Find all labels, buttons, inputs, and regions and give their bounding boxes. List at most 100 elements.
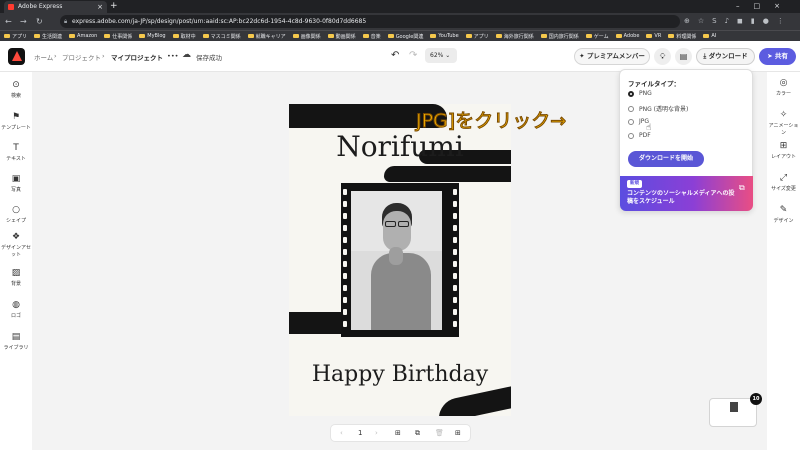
- bookmark-label: ゲーム: [593, 33, 609, 40]
- bookmark-item[interactable]: AI: [703, 33, 716, 39]
- adobe-favicon-icon: [8, 4, 14, 10]
- bookmark-item[interactable]: ゲーム: [585, 33, 609, 40]
- right-tool-layout[interactable]: ⊞ レイアウト: [767, 141, 800, 160]
- window-controls[interactable]: –□×: [736, 0, 794, 13]
- bookmark-item[interactable]: アプリ: [465, 33, 489, 40]
- add-page-icon[interactable]: ⊞: [395, 425, 401, 442]
- left-tool-library[interactable]: ▤ ライブラリ: [0, 332, 32, 351]
- redo-icon[interactable]: ↷: [409, 50, 417, 61]
- right-tool-resize[interactable]: ⤢ サイズ変更: [767, 173, 800, 192]
- bookmark-item[interactable]: 料理関係: [668, 33, 696, 40]
- bookmark-label: 海外旅行関係: [503, 33, 534, 40]
- animation-icon: ✧: [779, 110, 788, 120]
- premium-member-button[interactable]: ✦ プレミアムメンバー: [574, 48, 650, 65]
- folder-icon: [615, 34, 622, 38]
- external-link-icon[interactable]: ⧉: [739, 183, 745, 193]
- file-type-option-png-transparent[interactable]: PNG (透明な背景): [628, 104, 688, 113]
- page-number: 1: [358, 429, 363, 437]
- comments-icon[interactable]: ▤: [675, 48, 692, 65]
- folder-icon: [247, 34, 254, 38]
- bookmarks-bar: アプリ 生活関連 Amazon 仕事関係 MyBlog 取材中 マスコミ関係 就職キャリア 画像…: [0, 30, 800, 41]
- folder-icon: [495, 34, 502, 38]
- bookmark-item[interactable]: Google関連: [387, 33, 423, 40]
- bookmark-label: 画像関係: [300, 33, 321, 40]
- design-canvas[interactable]: Norifumi Happy Birthday: [289, 104, 511, 416]
- bookmark-item[interactable]: 生活関連: [34, 33, 62, 40]
- radio-icon[interactable]: [628, 118, 634, 125]
- portrait-photo[interactable]: [351, 191, 442, 330]
- browser-tab[interactable]: Adobe Express ×: [4, 1, 107, 13]
- back-icon[interactable]: ←: [5, 13, 12, 30]
- bookmark-item[interactable]: Adobe: [615, 33, 639, 39]
- bookmark-item[interactable]: 画像関係: [292, 33, 321, 40]
- bookmark-label: 音楽: [370, 33, 381, 40]
- card-name-text[interactable]: Norifumi: [289, 130, 511, 163]
- grid-view-icon[interactable]: ⊞: [455, 425, 461, 442]
- bookmark-item[interactable]: 就職キャリア: [247, 33, 286, 40]
- file-type-option-pdf[interactable]: PDF: [628, 132, 651, 139]
- extension-icons[interactable]: ⊕☆S♪◼▮●⋮: [684, 15, 792, 28]
- right-toolbar: ◎ カラー ✧ アニメーション ⊞ レイアウト ⤢ サイズ変更 ✎ デザイン: [767, 72, 800, 450]
- bookmark-item[interactable]: マスコミ関係: [202, 33, 241, 40]
- card-greeting-text[interactable]: Happy Birthday: [289, 362, 511, 387]
- bookmark-item[interactable]: 取材中: [172, 33, 196, 40]
- delete-page-icon[interactable]: 🗑︎: [435, 425, 444, 442]
- left-tool-shape[interactable]: ○ シェイプ: [0, 205, 32, 224]
- radio-icon[interactable]: [628, 132, 634, 139]
- bookmark-item[interactable]: VR: [646, 33, 661, 39]
- bookmark-label: AI: [711, 33, 717, 39]
- folder-icon: [139, 34, 146, 38]
- bookmark-item[interactable]: Amazon: [69, 33, 97, 39]
- page-thumbnail[interactable]: [709, 398, 757, 427]
- radio-icon[interactable]: [628, 105, 634, 112]
- left-tool-background[interactable]: ▨ 背景: [0, 268, 32, 287]
- next-page-icon[interactable]: ›: [375, 425, 378, 442]
- bookmark-item[interactable]: YouTube: [430, 33, 459, 39]
- radio-selected-icon[interactable]: [628, 90, 634, 97]
- right-tool-color[interactable]: ◎ カラー: [767, 78, 800, 97]
- zoom-select[interactable]: 62% ⌄: [425, 48, 457, 63]
- search-icon: ⊙: [12, 80, 20, 90]
- start-download-button[interactable]: ダウンロードを開始: [628, 151, 704, 167]
- left-tool-search[interactable]: ⊙ 検索: [0, 80, 32, 99]
- bookmark-label: MyBlog: [147, 33, 166, 39]
- bookmark-item[interactable]: アプリ: [4, 33, 27, 40]
- left-tool-text[interactable]: T テキスト: [0, 143, 32, 162]
- undo-icon[interactable]: ↶: [391, 50, 399, 61]
- new-tab-icon[interactable]: +: [110, 0, 118, 13]
- file-type-label: ファイルタイプ：: [628, 80, 680, 88]
- bookmark-item[interactable]: 国内旅行関係: [540, 33, 579, 40]
- bookmark-item[interactable]: 仕事関係: [104, 33, 132, 40]
- brush-stroke: [384, 166, 511, 182]
- bookmark-item[interactable]: 海外旅行関係: [495, 33, 534, 40]
- adobe-express-logo[interactable]: [8, 48, 25, 65]
- design-assets-icon: ❖: [11, 232, 21, 242]
- bookmark-label: 動画関係: [335, 33, 356, 40]
- forward-icon[interactable]: →: [20, 13, 27, 30]
- right-tool-animation[interactable]: ✧ アニメーション: [767, 110, 800, 136]
- download-button[interactable]: ⤓ ダウンロード: [696, 48, 755, 65]
- tab-close-icon[interactable]: ×: [97, 1, 103, 13]
- reload-icon[interactable]: ↻: [36, 13, 43, 30]
- bookmark-item[interactable]: MyBlog: [139, 33, 166, 39]
- file-type-option-png[interactable]: PNG: [628, 90, 652, 97]
- more-options-icon[interactable]: •••: [167, 52, 179, 60]
- library-icon: ▤: [11, 332, 21, 342]
- bookmark-item[interactable]: 動画関係: [327, 33, 356, 40]
- right-tool-design[interactable]: ✎ デザイン: [767, 205, 800, 224]
- left-tool-design-assets[interactable]: ❖ デザインアセット: [0, 232, 32, 258]
- bookmark-item[interactable]: 音楽: [362, 33, 381, 40]
- left-tool-templates[interactable]: ⚑ テンプレート: [0, 112, 32, 131]
- left-tool-photo[interactable]: ▣ 写真: [0, 174, 32, 193]
- left-tool-logo[interactable]: ◍ ロゴ: [0, 300, 32, 319]
- breadcrumb-home[interactable]: ホーム: [34, 52, 53, 62]
- breadcrumb-current[interactable]: マイプロジェクト: [111, 52, 163, 62]
- lightbulb-icon[interactable]: 💡︎: [654, 48, 671, 65]
- share-button[interactable]: ➤ 共有: [759, 48, 796, 65]
- page-navigator: ‹ 1 › ⊞ ⧉ 🗑︎ ⊞: [330, 424, 471, 442]
- text-icon: T: [13, 143, 19, 153]
- breadcrumb-project[interactable]: プロジェクト: [62, 52, 101, 62]
- url-field[interactable]: 🔒︎ express.adobe.com/ja-JP/sp/design/pos…: [60, 15, 680, 28]
- prev-page-icon[interactable]: ‹: [340, 425, 343, 442]
- duplicate-page-icon[interactable]: ⧉: [415, 425, 420, 442]
